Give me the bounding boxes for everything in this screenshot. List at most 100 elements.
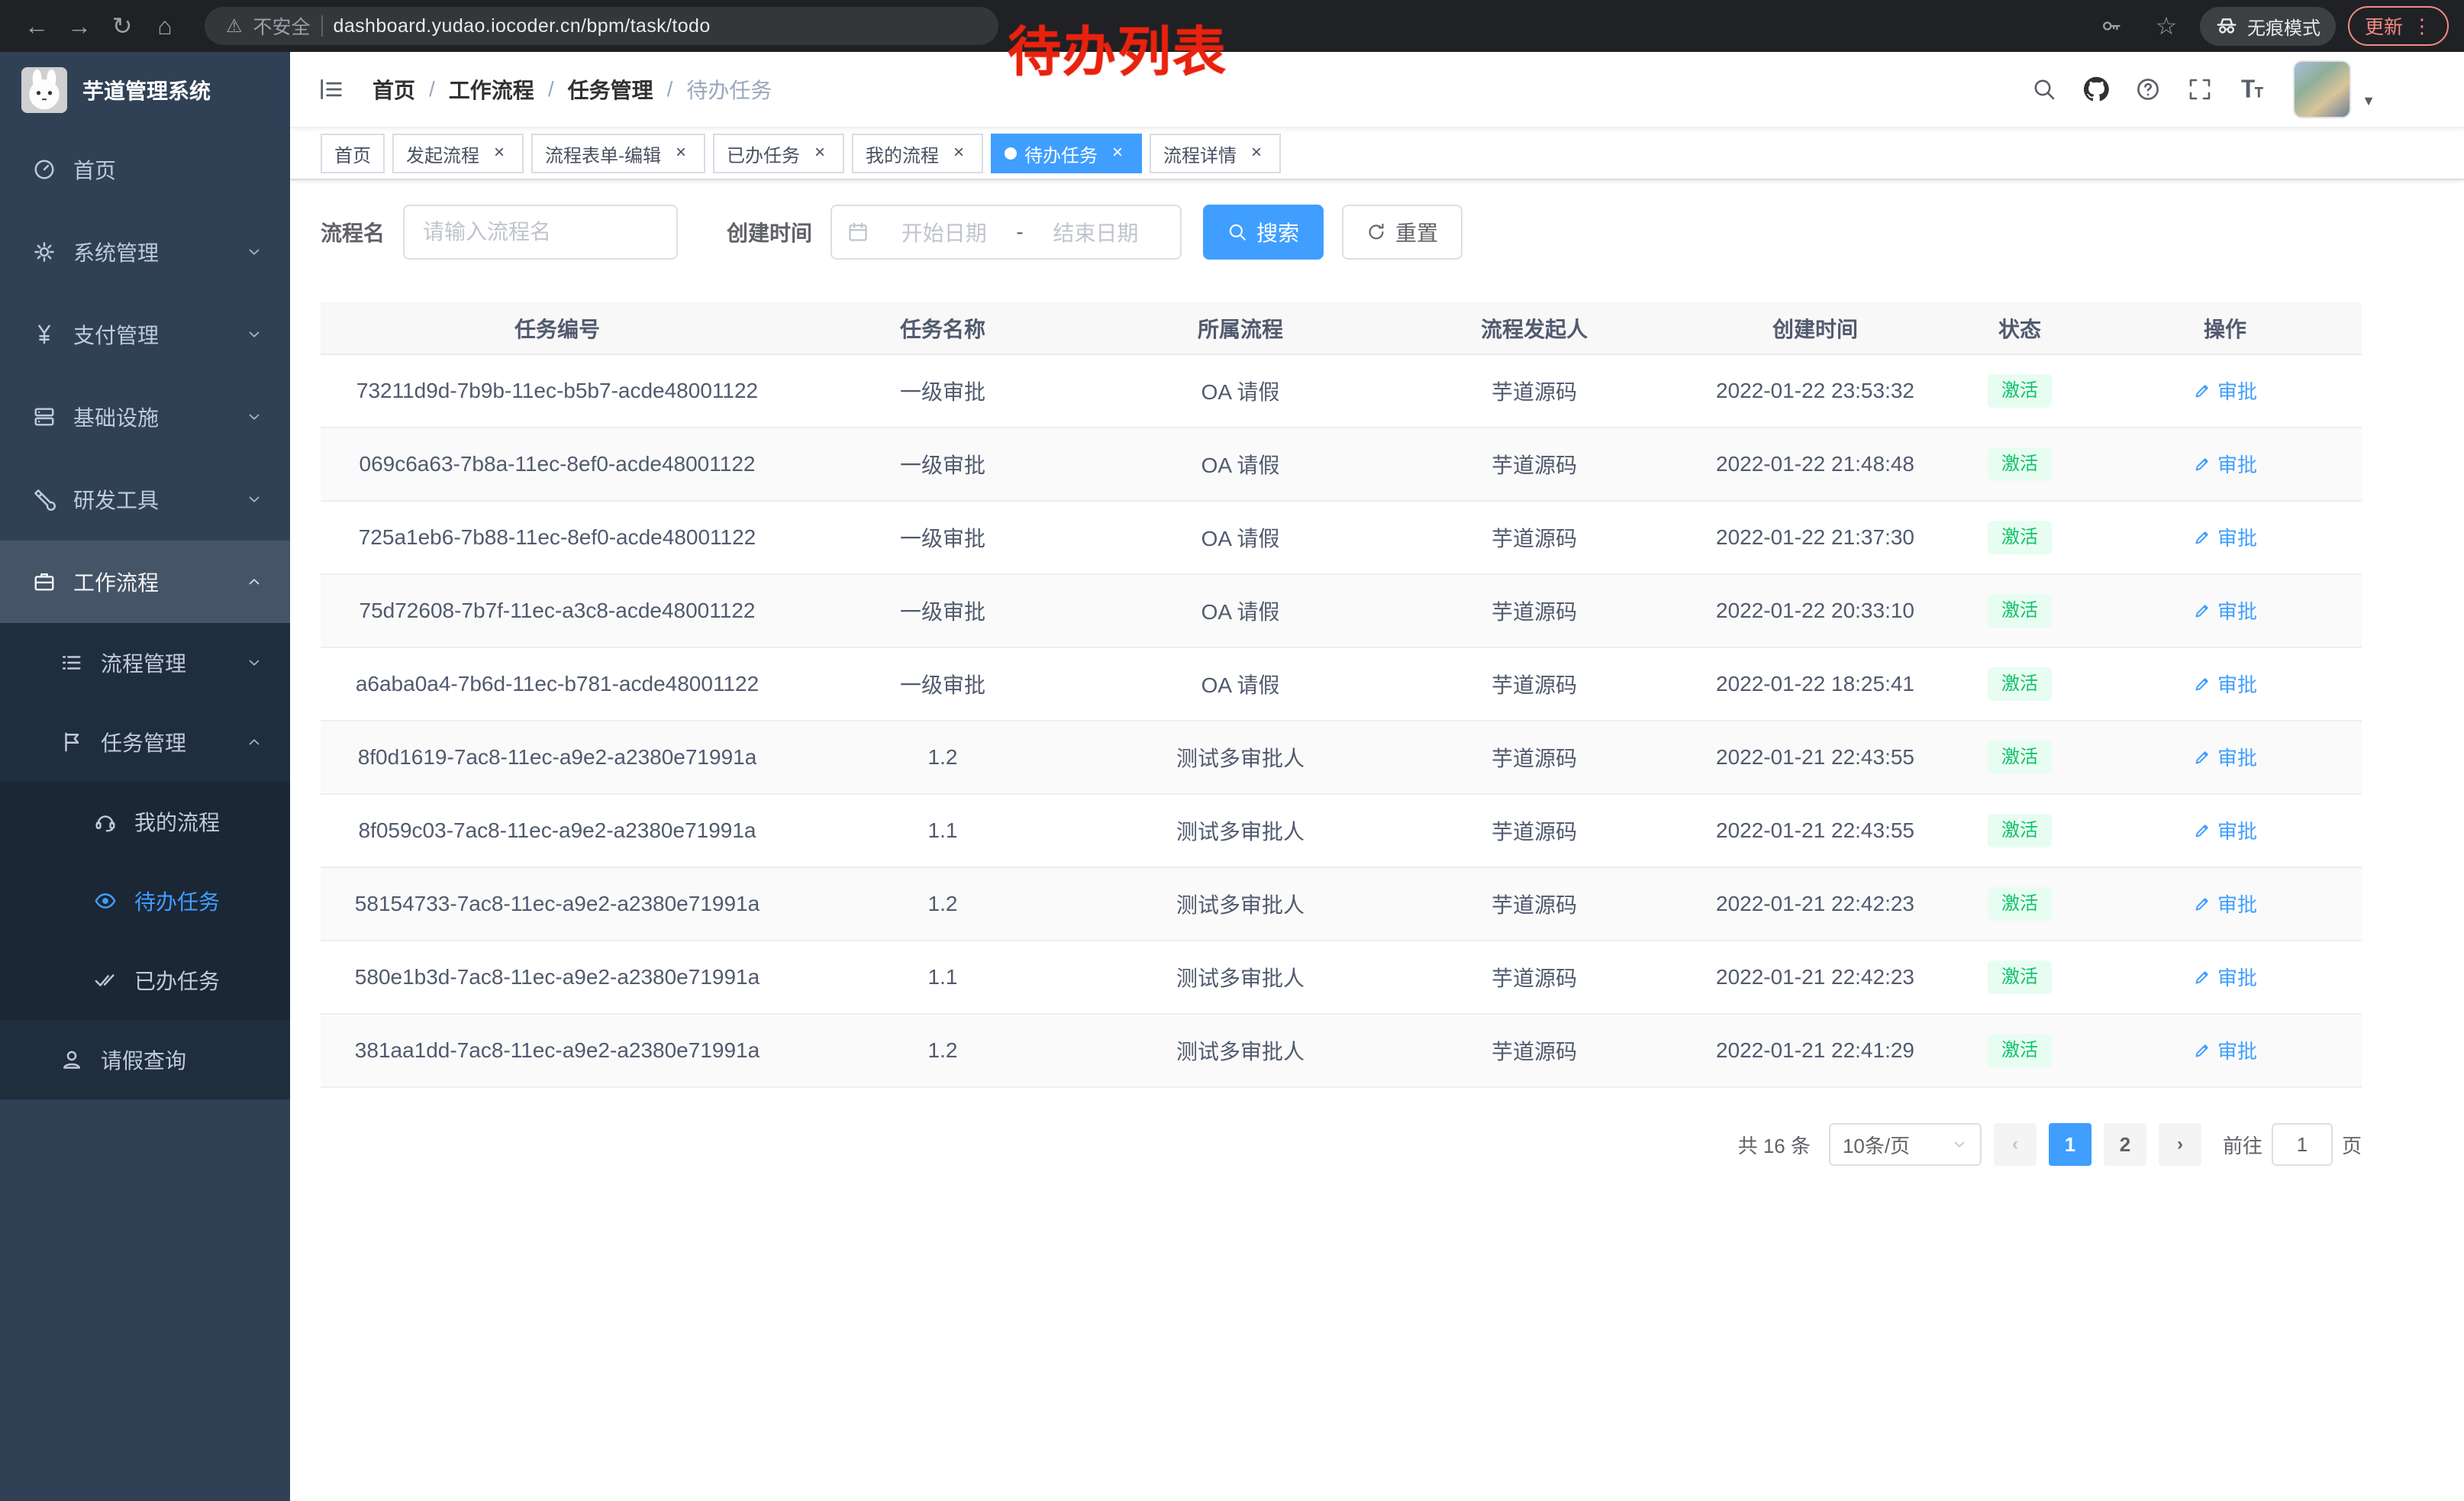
sidebar-item[interactable]: 待办任务: [0, 861, 290, 941]
breadcrumb-item[interactable]: 任务管理 /: [568, 74, 687, 105]
approve-link[interactable]: 审批: [2193, 1036, 2257, 1064]
prev-page-button[interactable]: ‹: [1994, 1123, 2037, 1166]
breadcrumb-item[interactable]: 待办任务: [686, 74, 772, 105]
app-logo-row[interactable]: 芋道管理系统: [0, 52, 290, 128]
sidebar-item[interactable]: 流程管理: [0, 623, 290, 702]
kebab-menu-icon[interactable]: ⋮: [2412, 15, 2432, 38]
update-button[interactable]: 更新 ⋮: [2348, 6, 2449, 46]
forward-icon[interactable]: →: [58, 5, 101, 47]
tab[interactable]: 流程详情 ×: [1150, 134, 1281, 173]
tab[interactable]: 待办任务 ×: [991, 134, 1142, 173]
date-range-picker[interactable]: 开始日期 - 结束日期: [830, 205, 1182, 260]
approve-link[interactable]: 审批: [2193, 376, 2257, 405]
tab-close-icon[interactable]: ×: [1107, 143, 1128, 164]
tab-active-dot: [1005, 147, 1017, 160]
approve-link[interactable]: 审批: [2193, 816, 2257, 844]
create-time-label: 创建时间: [727, 217, 812, 247]
start-date-placeholder: 开始日期: [875, 217, 1013, 247]
sidebar-item[interactable]: 已办任务: [0, 941, 290, 1020]
avatar[interactable]: [2293, 60, 2351, 118]
update-label: 更新: [2365, 12, 2403, 40]
process-name-input[interactable]: [403, 205, 678, 260]
sidebar-item[interactable]: 我的流程: [0, 782, 290, 861]
table-column-header: 操作: [2088, 302, 2362, 354]
pagination: 共 16 条 10条/页 ‹ 12 › 前往 页: [321, 1123, 2362, 1196]
cell-process: 测试多审批人: [1092, 794, 1389, 867]
sidebar-item[interactable]: 首页: [0, 128, 290, 211]
status-badge: 激活: [1988, 667, 2052, 700]
approve-link-label: 审批: [2217, 889, 2257, 918]
url-divider: [321, 15, 323, 37]
approve-link[interactable]: 审批: [2193, 743, 2257, 771]
cell-initiator: 芋道源码: [1389, 428, 1679, 501]
tab-close-icon[interactable]: ×: [948, 143, 969, 164]
fullscreen-icon[interactable]: [2177, 65, 2223, 114]
page-size-select[interactable]: 10条/页: [1829, 1123, 1982, 1166]
breadcrumb-item[interactable]: 首页 /: [373, 74, 449, 105]
search-icon[interactable]: [2021, 65, 2067, 114]
tab-close-icon[interactable]: ×: [809, 143, 830, 164]
filter-form: 流程名 创建时间 开始日期 - 结束日期 搜索 重: [321, 205, 2362, 260]
cell-initiator: 芋道源码: [1389, 867, 1679, 941]
goto-page: 前往 页: [2223, 1123, 2362, 1166]
sidebar-item[interactable]: 支付管理: [0, 293, 290, 376]
sidebar-item[interactable]: 请假查询: [0, 1020, 290, 1099]
approve-link[interactable]: 审批: [2193, 450, 2257, 478]
user-icon: [58, 1048, 85, 1071]
approve-link[interactable]: 审批: [2193, 889, 2257, 918]
table-row: 725a1eb6-7b88-11ec-8ef0-acde48001122 一级审…: [321, 501, 2362, 574]
cell-action: 审批: [2088, 647, 2362, 721]
calendar-icon: [847, 221, 869, 243]
tab-close-icon[interactable]: ×: [489, 143, 510, 164]
search-button[interactable]: 搜索: [1203, 205, 1324, 260]
tab[interactable]: 已办任务 ×: [713, 134, 844, 173]
home-icon[interactable]: ⌂: [144, 5, 186, 47]
cell-task-name: 1.2: [794, 1014, 1092, 1087]
sidebar-collapse-icon[interactable]: [290, 51, 373, 128]
approve-link[interactable]: 审批: [2193, 670, 2257, 698]
sidebar-item[interactable]: 系统管理: [0, 211, 290, 293]
font-size-icon[interactable]: [2229, 65, 2275, 114]
back-icon[interactable]: ←: [15, 5, 58, 47]
table-row: 73211d9d-7b9b-11ec-b5b7-acde48001122 一级审…: [321, 354, 2362, 428]
cell-initiator: 芋道源码: [1389, 574, 1679, 647]
tab-close-icon[interactable]: ×: [1246, 143, 1267, 164]
tab[interactable]: 发起流程 ×: [392, 134, 524, 173]
help-icon[interactable]: [2125, 65, 2171, 114]
cell-status: 激活: [1951, 867, 2088, 941]
page-number-button[interactable]: 2: [2104, 1123, 2146, 1166]
key-icon[interactable]: [2090, 5, 2133, 47]
breadcrumb-item[interactable]: 工作流程 /: [449, 74, 568, 105]
sidebar-item[interactable]: 研发工具: [0, 458, 290, 541]
cell-initiator: 芋道源码: [1389, 1014, 1679, 1087]
approve-link[interactable]: 审批: [2193, 523, 2257, 551]
dashboard-icon: [31, 158, 58, 181]
tab[interactable]: 首页: [321, 134, 385, 173]
reset-button[interactable]: 重置: [1342, 205, 1463, 260]
url-text: dashboard.yudao.iocoder.cn/bpm/task/todo: [334, 15, 711, 37]
avatar-caret-icon[interactable]: ▼: [2362, 93, 2375, 109]
cell-initiator: 芋道源码: [1389, 721, 1679, 794]
end-date-placeholder: 结束日期: [1027, 217, 1165, 247]
next-page-button[interactable]: ›: [2159, 1123, 2201, 1166]
breadcrumb-separator: /: [667, 77, 673, 102]
github-icon[interactable]: [2073, 65, 2119, 114]
tab[interactable]: 流程表单-编辑 ×: [531, 134, 705, 173]
approve-link[interactable]: 审批: [2193, 963, 2257, 991]
page-number-button[interactable]: 1: [2049, 1123, 2091, 1166]
goto-page-input[interactable]: [2272, 1123, 2333, 1166]
approve-link[interactable]: 审批: [2193, 596, 2257, 625]
chevron-down-icon: [1951, 1136, 1968, 1153]
url-bar[interactable]: ⚠ 不安全 dashboard.yudao.iocoder.cn/bpm/tas…: [205, 7, 998, 45]
cell-created: 2022-01-22 18:25:41: [1679, 647, 1951, 721]
pencil-icon: [2193, 895, 2211, 913]
tab-close-icon[interactable]: ×: [670, 143, 692, 164]
sidebar-item[interactable]: 基础设施: [0, 376, 290, 458]
bookmark-star-icon[interactable]: ☆: [2145, 5, 2188, 47]
sidebar-item[interactable]: 任务管理: [0, 702, 290, 782]
tab[interactable]: 我的流程 ×: [852, 134, 983, 173]
tab-label: 待办任务: [1024, 140, 1098, 167]
sidebar-item[interactable]: 工作流程: [0, 541, 290, 623]
reload-icon[interactable]: ↻: [101, 5, 144, 47]
cell-process: OA 请假: [1092, 647, 1389, 721]
